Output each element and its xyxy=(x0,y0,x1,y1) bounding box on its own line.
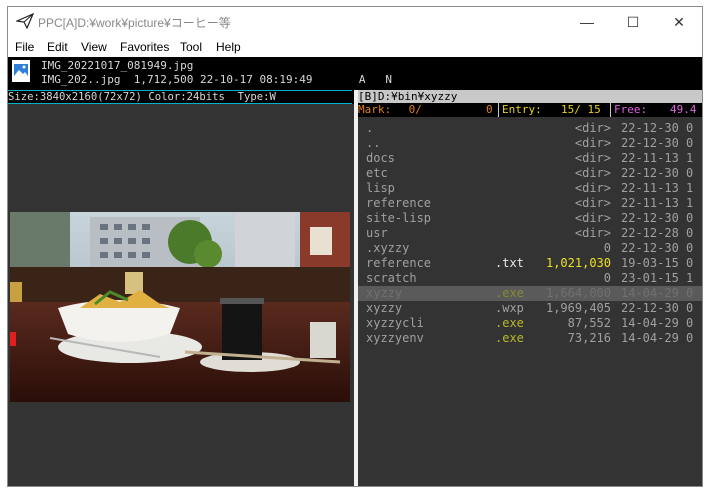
file-row[interactable]: xyzzycli .exe 87,552 14-04-29 0 xyxy=(358,316,702,331)
file-size: <dir> xyxy=(574,211,611,225)
window-title: PPC[A]D:¥work¥picture¥コーヒー等 xyxy=(38,16,231,30)
file-name: lisp xyxy=(366,181,395,195)
info-filename: IMG_20221017_081949.jpg xyxy=(41,59,194,72)
file-size: 1,664,000 xyxy=(545,286,611,300)
title-bar[interactable]: PPC[A]D:¥work¥picture¥コーヒー等 — ☐ ✕ xyxy=(8,7,702,37)
file-size: <dir> xyxy=(574,181,611,195)
cafe-photo xyxy=(10,212,350,402)
menu-edit[interactable]: Edit xyxy=(47,40,68,54)
file-size: 1,969,405 xyxy=(545,301,611,315)
file-name: .xyzzy xyxy=(366,241,410,255)
file-size: 0 xyxy=(603,241,611,255)
file-row[interactable]: lisp <dir> 22-11-13 1 xyxy=(358,181,702,196)
file-date: 22-12-30 0 xyxy=(621,301,694,315)
info-details: IMG_202..jpg 1,712,500 22-10-17 08:19:49… xyxy=(41,73,392,86)
file-date: 22-12-30 0 xyxy=(621,241,694,255)
file-name: . xyxy=(366,121,374,135)
file-name: usr xyxy=(366,226,388,240)
file-size: 0 xyxy=(603,271,611,285)
file-name: site-lisp xyxy=(366,211,432,225)
menu-view[interactable]: View xyxy=(81,40,107,54)
main-window: PPC[A]D:¥work¥picture¥コーヒー等 — ☐ ✕ File E… xyxy=(7,6,703,487)
file-date: 22-12-30 0 xyxy=(621,121,694,135)
file-date: 23-01-15 1 xyxy=(621,271,694,285)
file-size: <dir> xyxy=(574,196,611,210)
file-name: xyzzy xyxy=(366,301,403,315)
file-date: 14-04-29 0 xyxy=(621,331,694,345)
file-ext: .wxp xyxy=(495,301,524,315)
file-row[interactable]: reference <dir> 22-11-13 1 xyxy=(358,196,702,211)
file-row[interactable]: .xyzzy 0 22-12-30 0 xyxy=(358,241,702,256)
menu-file[interactable]: File xyxy=(15,40,34,54)
file-name: etc xyxy=(366,166,388,180)
file-name: reference xyxy=(366,196,432,210)
file-row[interactable]: xyzzyenv .exe 73,216 14-04-29 0 xyxy=(358,331,702,346)
image-viewer[interactable] xyxy=(8,104,354,486)
file-name: reference xyxy=(366,256,432,270)
mark-value: 0/ xyxy=(402,103,422,116)
file-row[interactable]: .. <dir> 22-12-30 0 xyxy=(358,136,702,151)
file-name: scratch xyxy=(366,271,417,285)
menu-bar: File Edit View Favorites Tool Help xyxy=(8,37,702,57)
file-date: 22-11-13 1 xyxy=(621,196,694,210)
file-list-pane[interactable]: [B]D:¥bin¥xyzzy Mark: 0/ 0 Entry: 15/ 15… xyxy=(358,90,702,486)
minimize-button[interactable]: — xyxy=(564,7,610,37)
file-ext: .txt xyxy=(495,256,524,270)
file-date: 22-12-30 0 xyxy=(621,136,694,150)
file-size: 1,021,030 xyxy=(545,256,611,270)
menu-help[interactable]: Help xyxy=(216,40,241,54)
menu-favorites[interactable]: Favorites xyxy=(120,40,169,54)
file-row[interactable]: usr <dir> 22-12-28 0 xyxy=(358,226,702,241)
file-info-panel: IMG_20221017_081949.jpg IMG_202..jpg 1,7… xyxy=(8,57,702,90)
status-bar: Mark: 0/ 0 Entry: 15/ 15 Free: 49.4 xyxy=(358,103,702,117)
file-row[interactable]: xyzzy .wxp 1,969,405 22-12-30 0 xyxy=(358,301,702,316)
free-label: Free: xyxy=(614,103,648,116)
file-date: 22-12-30 0 xyxy=(621,166,694,180)
entry-value: 15/ 15 xyxy=(561,103,601,116)
file-size: <dir> xyxy=(574,121,611,135)
file-date: 14-04-29 0 xyxy=(621,286,694,300)
file-date: 14-04-29 0 xyxy=(621,316,694,330)
file-size: <dir> xyxy=(574,226,611,240)
mark-label: Mark: xyxy=(358,103,392,116)
file-size: 87,552 xyxy=(567,316,611,330)
current-path: [B]D:¥bin¥xyzzy xyxy=(358,90,702,103)
file-ext: .exe xyxy=(495,331,524,345)
image-size-info: Size:3840x2160(72x72) Color:24bits Type:… xyxy=(8,90,352,104)
file-date: 22-12-28 0 xyxy=(621,226,694,240)
file-size: <dir> xyxy=(574,136,611,150)
menu-tool[interactable]: Tool xyxy=(180,40,202,54)
file-date: 22-12-30 0 xyxy=(621,211,694,225)
file-row[interactable]: etc <dir> 22-12-30 0 xyxy=(358,166,702,181)
file-row[interactable]: reference .txt 1,021,030 19-03-15 0 xyxy=(358,256,702,271)
mark-size: 0 xyxy=(486,103,493,116)
file-ext: .exe xyxy=(495,286,524,300)
free-value: 49.4 xyxy=(670,103,697,116)
file-size: <dir> xyxy=(574,151,611,165)
status-separator xyxy=(610,103,611,117)
file-row[interactable]: site-lisp <dir> 22-12-30 0 xyxy=(358,211,702,226)
file-name: docs xyxy=(366,151,395,165)
file-row[interactable]: . <dir> 22-12-30 0 xyxy=(358,121,702,136)
image-file-icon xyxy=(12,60,30,82)
file-size: 73,216 xyxy=(567,331,611,345)
file-name: xyzzyenv xyxy=(366,331,424,345)
status-separator xyxy=(498,103,499,117)
file-name: xyzzy xyxy=(366,286,403,300)
file-row[interactable]: docs <dir> 22-11-13 1 xyxy=(358,151,702,166)
close-button[interactable]: ✕ xyxy=(656,7,702,37)
file-row[interactable]: xyzzy .exe 1,664,000 14-04-29 0 xyxy=(358,286,702,301)
file-date: 22-11-13 1 xyxy=(621,151,694,165)
image-viewer-pane[interactable]: Size:3840x2160(72x72) Color:24bits Type:… xyxy=(8,90,354,486)
file-date: 22-11-13 1 xyxy=(621,181,694,195)
file-size: <dir> xyxy=(574,166,611,180)
file-ext: .exe xyxy=(495,316,524,330)
maximize-button[interactable]: ☐ xyxy=(610,7,656,37)
entry-label: Entry: xyxy=(502,103,542,116)
file-name: .. xyxy=(366,136,381,150)
file-date: 19-03-15 0 xyxy=(621,256,694,270)
file-row[interactable]: scratch 0 23-01-15 1 xyxy=(358,271,702,286)
file-name: xyzzycli xyxy=(366,316,424,330)
paper-plane-icon xyxy=(16,13,34,29)
